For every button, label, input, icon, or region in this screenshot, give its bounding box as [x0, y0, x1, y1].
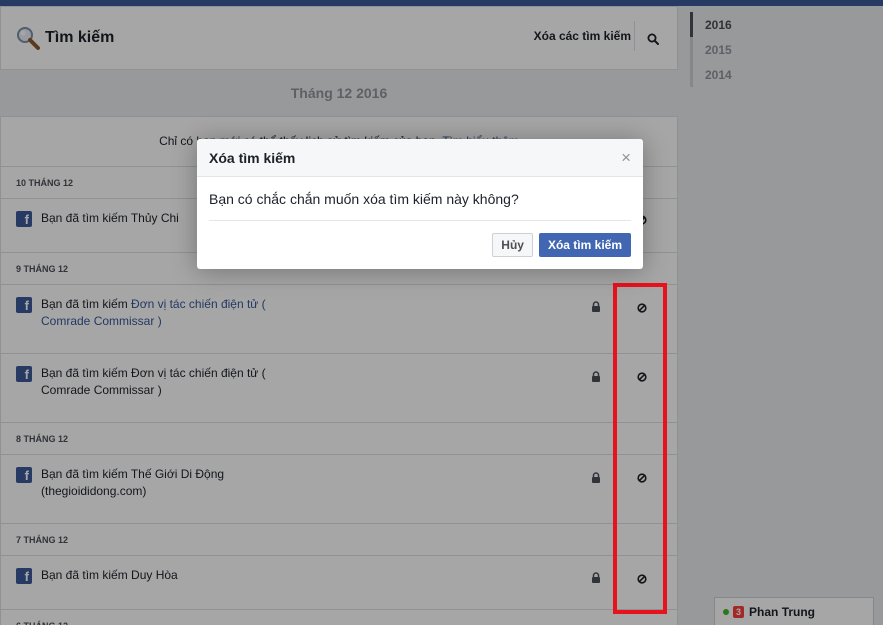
confirm-delete-button[interactable]: Xóa tìm kiếm [538, 233, 631, 257]
highlight-box [613, 283, 667, 614]
delete-search-dialog: Xóa tìm kiếm × Bạn có chắc chắn muốn xóa… [197, 139, 643, 269]
close-icon[interactable]: × [621, 148, 631, 168]
modal-overlay[interactable] [0, 0, 883, 625]
dialog-divider [209, 220, 631, 221]
dialog-header: Xóa tìm kiếm × [197, 139, 643, 177]
dialog-message: Bạn có chắc chắn muốn xóa tìm kiếm này k… [209, 191, 519, 207]
dialog-title: Xóa tìm kiếm [209, 150, 296, 166]
dialog-footer: Hủy Xóa tìm kiếm [492, 233, 631, 257]
cancel-button[interactable]: Hủy [492, 233, 533, 257]
